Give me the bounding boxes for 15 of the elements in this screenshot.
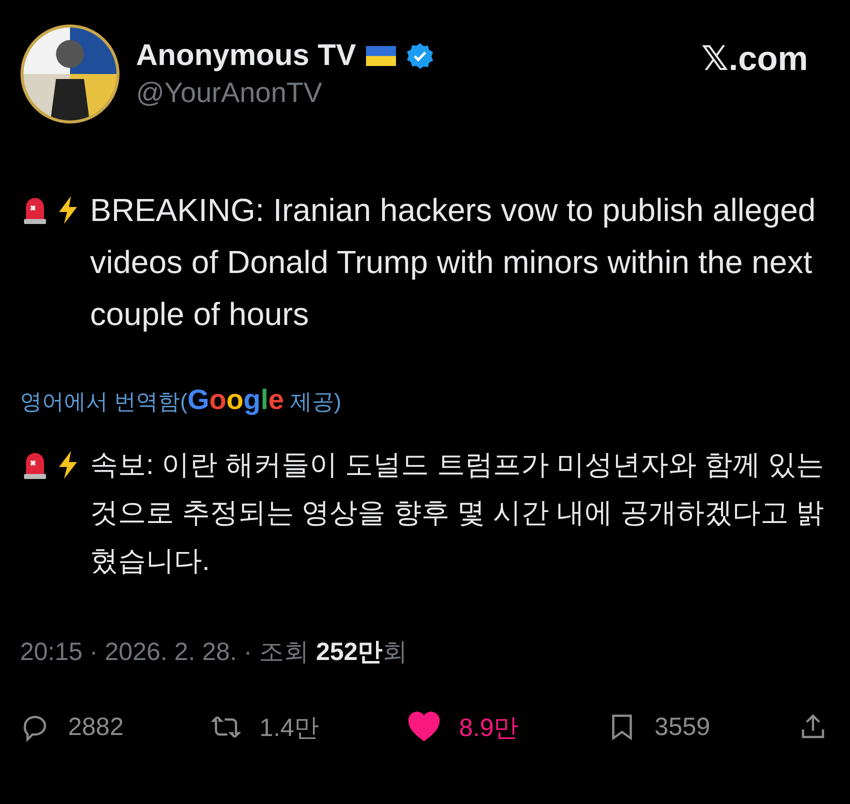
repost-button[interactable]: 1.4만 [211,710,320,744]
flag-icon [366,46,396,66]
translated-text: 속보: 이란 해커들이 도널드 트럼프가 미성년자와 함께 있는 것으로 추정되는 영상을 향후 몇 시간 내에 공개하겠다고 밝혔습니다. [90,448,826,578]
site-label: 𝕏.com [701,39,808,79]
author-name[interactable]: Anonymous TV [136,39,356,73]
reply-button[interactable]: 2882 [20,712,124,742]
author-handle[interactable]: @YourAnonTV [136,77,686,109]
like-button[interactable]: 8.9만 [406,710,519,744]
tweet-meta: 20:15 · 2026. 2. 28. · 조회 252만회 [20,637,409,668]
tweet-text: BREAKING: Iranian hackers vow to publish alleged videos of Donald Trump with minors within the next couple of hours [90,191,817,334]
translation-link[interactable]: 영어에서 번역함(Google 제공) [20,384,342,417]
lightning-icon [56,450,80,480]
heart-icon [406,710,441,744]
bookmark-button[interactable]: 3559 [606,712,710,742]
lightning-icon [56,195,80,225]
